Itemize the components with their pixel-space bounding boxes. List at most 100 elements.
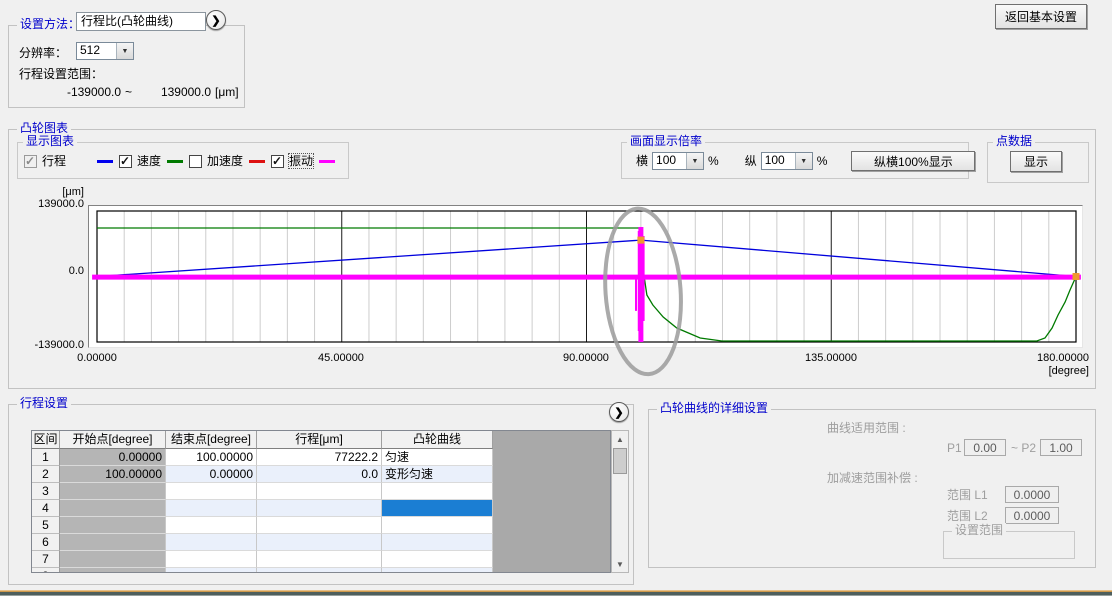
table-cell[interactable]	[166, 534, 257, 551]
chevron-right-icon: ❯	[614, 406, 623, 419]
x-axis-unit: [degree]	[1009, 365, 1089, 377]
stroke-table: 区间号开始点[degree]结束点[degree]行程[μm]凸轮曲线 10.0…	[31, 430, 611, 573]
display-chart-group: 显示图表 行程速度加速度振动	[17, 142, 349, 179]
point-data-title: 点数据	[993, 134, 1035, 149]
bottom-window-edge	[0, 590, 1112, 596]
table-cell[interactable]: 0.00000	[60, 449, 166, 466]
column-header: 行程[μm]	[257, 431, 382, 449]
set-range-title: 设置范围	[952, 523, 1006, 538]
horizontal-zoom-select[interactable]: 100 ▼	[652, 152, 704, 170]
table-cell[interactable]: 0.00000	[166, 466, 257, 483]
set-range-box: 设置范围	[943, 531, 1075, 559]
display-checkbox[interactable]	[119, 155, 132, 168]
table-cell[interactable]	[166, 551, 257, 568]
table-cell[interactable]	[166, 517, 257, 534]
table-cell[interactable]	[257, 500, 382, 517]
table-cell[interactable]: 0.0	[257, 466, 382, 483]
display-checkbox-label: 行程	[42, 154, 66, 168]
table-cell[interactable]	[382, 500, 493, 517]
resolution-label: 分辨率：	[19, 46, 67, 61]
display-chart-title: 显示图表	[23, 134, 77, 149]
table-cell[interactable]	[382, 551, 493, 568]
vertical-zoom-label: 纵	[745, 154, 757, 168]
stroke-table-expand-button[interactable]: ❯	[609, 402, 629, 422]
stroke-range-min: -139000.0	[46, 85, 121, 100]
setting-method-expand-button[interactable]: ❯	[206, 10, 226, 30]
p1-field: 0.00	[964, 439, 1006, 456]
scroll-down-icon[interactable]: ▼	[612, 556, 628, 572]
chevron-down-icon[interactable]: ▼	[795, 153, 812, 169]
display-checkbox[interactable]	[189, 155, 202, 168]
p1-label: P1	[947, 441, 962, 456]
x-tick-label: 45.00000	[301, 352, 381, 364]
table-cell[interactable]: 100.00000	[60, 466, 166, 483]
curve-detail-group: 凸轮曲线的详细设置 曲线适用范围 : P1 0.00 ~ P2 1.00 加减速…	[648, 409, 1096, 568]
row-header-cell: 5	[32, 517, 60, 534]
row-header-cell: 1	[32, 449, 60, 466]
display-checkbox-label: 振动	[289, 154, 313, 168]
accel-comp-label: 加减速范围补偿 :	[827, 471, 918, 486]
zoom-group: 画面显示倍率 横 100 ▼ % 纵 100 ▼ % 纵横100%显示	[621, 142, 969, 179]
table-cell[interactable]	[60, 551, 166, 568]
stroke-settings-group: 行程设置 ❯ 区间号开始点[degree]结束点[degree]行程[μm]凸轮…	[8, 404, 634, 585]
table-cell[interactable]	[382, 534, 493, 551]
row-header-cell: 6	[32, 534, 60, 551]
table-cell[interactable]	[382, 517, 493, 534]
table-cell[interactable]	[257, 517, 382, 534]
series-color-swatch	[319, 160, 335, 163]
table-cell[interactable]	[382, 483, 493, 500]
range-l2-label: 范围 L2	[947, 509, 988, 524]
display-toggle-row: 行程速度加速度振动	[24, 153, 335, 169]
cam-setup-screen: 返回基本设置 设置方法： 行程比(凸轮曲线) ❯ 分辨率： 512 ▼ 行程设置…	[0, 0, 1112, 596]
scroll-up-icon[interactable]: ▲	[612, 431, 628, 447]
table-cell[interactable]: 变形匀速	[382, 466, 493, 483]
back-to-basic-settings-button[interactable]: 返回基本设置	[995, 4, 1087, 29]
table-cell[interactable]	[60, 568, 166, 573]
table-cell[interactable]	[60, 500, 166, 517]
table-cell[interactable]	[60, 534, 166, 551]
table-cell[interactable]	[257, 568, 382, 573]
table-cell[interactable]	[60, 483, 166, 500]
table-cell[interactable]: 77222.2	[257, 449, 382, 466]
point-data-group: 点数据 显示	[987, 142, 1089, 183]
table-cell[interactable]	[166, 483, 257, 500]
stroke-range-tilde: ~	[125, 85, 132, 100]
scrollbar-thumb[interactable]	[613, 448, 627, 474]
column-header: 开始点[degree]	[60, 431, 166, 449]
stroke-range-unit: [μm]	[215, 85, 239, 100]
table-cell[interactable]	[257, 551, 382, 568]
row-header-cell: 4	[32, 500, 60, 517]
stroke-settings-title: 行程设置	[17, 396, 71, 411]
chevron-down-icon[interactable]: ▼	[116, 43, 133, 59]
show-point-data-button[interactable]: 显示	[1010, 151, 1062, 172]
resolution-value: 512	[77, 43, 116, 59]
display-checkbox-label: 加速度	[207, 154, 243, 168]
series-color-swatch	[167, 160, 183, 163]
table-cell[interactable]	[382, 568, 493, 573]
table-scrollbar[interactable]: ▲ ▼	[611, 430, 629, 573]
setting-method-field[interactable]: 行程比(凸轮曲线)	[76, 12, 206, 31]
table-cell[interactable]: 100.00000	[166, 449, 257, 466]
row-header-cell: 2	[32, 466, 60, 483]
display-checkbox[interactable]	[271, 155, 284, 168]
curve-detail-title: 凸轮曲线的详细设置	[657, 401, 771, 416]
table-cell[interactable]	[166, 500, 257, 517]
chevron-down-icon[interactable]: ▼	[686, 153, 703, 169]
table-cell[interactable]	[257, 534, 382, 551]
vertical-zoom-select[interactable]: 100 ▼	[761, 152, 813, 170]
range-l2-field: 0.0000	[1005, 507, 1059, 524]
horizontal-zoom-unit: %	[708, 154, 719, 168]
x-tick-label: 0.00000	[57, 352, 137, 364]
series-color-swatch	[249, 160, 265, 163]
table-cell[interactable]	[257, 483, 382, 500]
column-header: 凸轮曲线	[382, 431, 493, 449]
chart-background	[88, 205, 1083, 348]
vertical-zoom-unit: %	[817, 154, 828, 168]
table-cell[interactable]	[166, 568, 257, 573]
table-cell[interactable]: 匀速	[382, 449, 493, 466]
table-filler-area	[493, 431, 610, 572]
table-cell[interactable]	[60, 517, 166, 534]
x-tick-label: 135.00000	[791, 352, 871, 364]
fit-100-percent-button[interactable]: 纵横100%显示	[851, 151, 975, 171]
resolution-select[interactable]: 512 ▼	[76, 42, 134, 60]
